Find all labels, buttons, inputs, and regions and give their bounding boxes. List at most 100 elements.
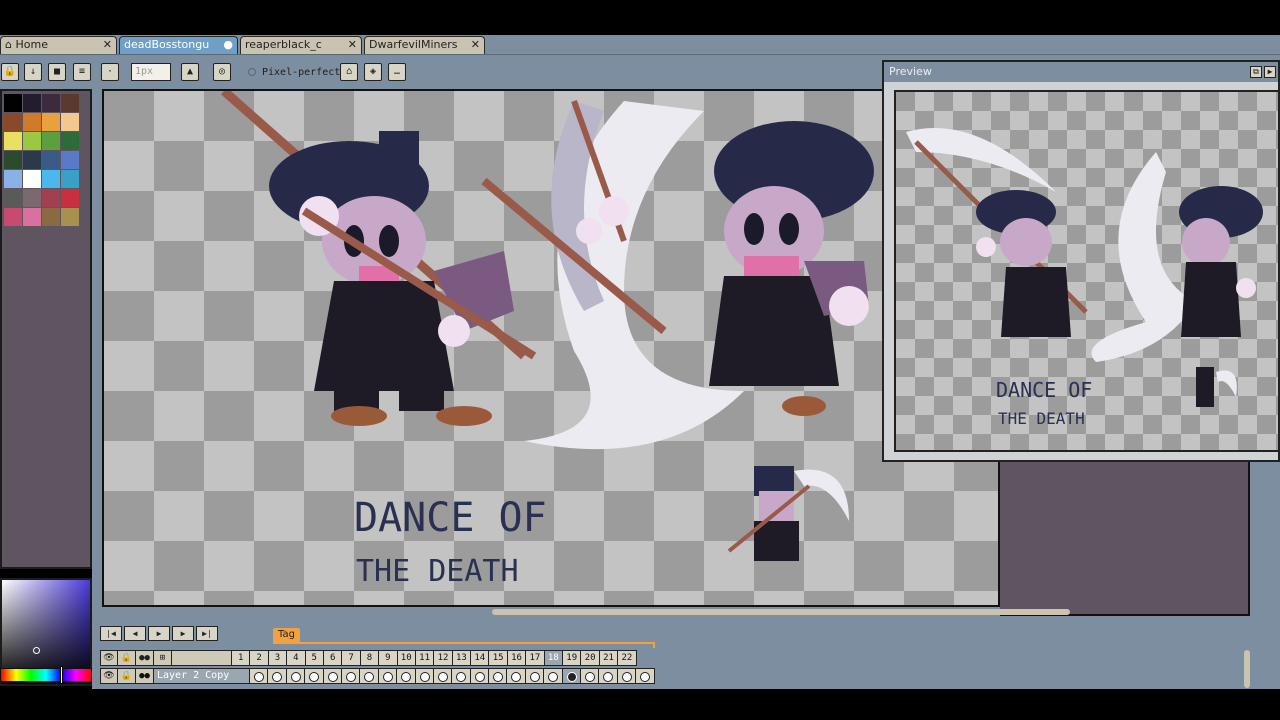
palette-swatch[interactable] — [42, 113, 60, 131]
palette-swatch[interactable] — [42, 189, 60, 207]
lock-icon[interactable]: 🔒 — [118, 650, 136, 666]
palette-swatch[interactable] — [42, 208, 60, 226]
tab-reaperblack[interactable]: reaperblack_c ✕ — [240, 36, 362, 54]
frame-number[interactable]: 19 — [563, 650, 582, 666]
frame-cel[interactable] — [360, 668, 379, 684]
color-picker-handle[interactable] — [33, 647, 40, 654]
preview-play-icon[interactable]: ▶ — [1264, 66, 1276, 78]
frame-cel[interactable] — [599, 668, 618, 684]
hue-slider-handle[interactable] — [60, 666, 63, 684]
frame-cel[interactable] — [286, 668, 306, 684]
next-frame-icon[interactable]: ▶ — [172, 626, 194, 641]
first-frame-icon[interactable]: |◀ — [100, 626, 122, 641]
brush-size-input[interactable]: 1px — [131, 63, 171, 81]
palette-swatch[interactable] — [61, 94, 79, 112]
palette-swatch[interactable] — [4, 94, 22, 112]
layer-continuous-icon[interactable]: ●● — [136, 668, 154, 684]
frame-number[interactable]: 7 — [342, 650, 361, 666]
frame-number[interactable]: 13 — [452, 650, 472, 666]
frame-cel[interactable] — [323, 668, 342, 684]
layer-name[interactable]: Layer 2 Copy — [154, 668, 250, 684]
frame-number[interactable]: 5 — [305, 650, 324, 666]
frame-cel[interactable] — [636, 668, 655, 684]
palette-swatch[interactable] — [61, 189, 79, 207]
close-icon[interactable]: ✕ — [103, 38, 112, 51]
frame-number[interactable]: 3 — [268, 650, 288, 666]
palette-swatch[interactable] — [23, 132, 41, 150]
frame-cel[interactable] — [433, 668, 453, 684]
frame-number[interactable]: 21 — [599, 650, 619, 666]
frame-number[interactable]: 6 — [323, 650, 343, 666]
dot-icon[interactable]: · — [101, 63, 119, 81]
palette-swatch[interactable] — [42, 94, 60, 112]
square-icon[interactable]: ■ — [48, 63, 66, 81]
layer-lock-icon[interactable]: 🔒 — [118, 668, 136, 684]
frame-cel[interactable] — [489, 668, 508, 684]
palette-swatch[interactable] — [42, 151, 60, 169]
symmetry-icon[interactable]: ⌂ — [340, 63, 358, 81]
palette-swatch[interactable] — [42, 132, 60, 150]
hue-slider[interactable] — [0, 668, 92, 682]
frame-number[interactable]: 14 — [471, 650, 490, 666]
frame-cel[interactable] — [341, 668, 361, 684]
menu-icon[interactable]: ≡ — [73, 63, 91, 81]
timeline-vertical-scrollbar[interactable] — [1244, 650, 1250, 688]
frame-number[interactable]: 18 — [544, 650, 564, 666]
tag-label[interactable]: Tag — [273, 628, 300, 642]
dynamics-icon[interactable]: ◎ — [213, 63, 231, 81]
frame-number[interactable]: 12 — [434, 650, 453, 666]
frame-cel[interactable] — [397, 668, 416, 684]
frame-cel[interactable] — [525, 668, 545, 684]
frame-number[interactable]: 22 — [618, 650, 637, 666]
frame-number[interactable]: 10 — [397, 650, 416, 666]
eye-icon[interactable]: 👁 — [100, 650, 118, 666]
palette-swatch[interactable] — [4, 170, 22, 188]
ink-icon[interactable]: ◈ — [364, 63, 382, 81]
continuous-icon[interactable]: ●● — [136, 650, 154, 666]
more-icon[interactable]: … — [388, 63, 406, 81]
frame-cel[interactable] — [378, 668, 398, 684]
pixel-perfect-checkbox[interactable] — [248, 68, 256, 76]
tab-home[interactable]: ⌂ Home ✕ — [0, 36, 117, 54]
frame-cel[interactable] — [415, 668, 434, 684]
frame-cel[interactable] — [581, 668, 600, 684]
frame-cel[interactable] — [544, 668, 563, 684]
frame-cel[interactable] — [250, 668, 269, 684]
frame-cel[interactable] — [507, 668, 526, 684]
preview-mode-icon[interactable]: ⧉ — [1250, 66, 1262, 78]
palette-swatch[interactable] — [23, 113, 41, 131]
frame-number[interactable]: 2 — [250, 650, 269, 666]
palette-swatch[interactable] — [4, 151, 22, 169]
palette-swatch[interactable] — [61, 151, 79, 169]
palette-swatch[interactable] — [61, 113, 79, 131]
frame-number[interactable]: 11 — [415, 650, 435, 666]
brush-type-icon[interactable]: ▲ — [181, 63, 199, 81]
sprite-canvas[interactable]: DANCE OF THE DEATH — [102, 89, 1000, 607]
palette-swatch[interactable] — [4, 132, 22, 150]
palette-swatch[interactable] — [4, 113, 22, 131]
frame-cel[interactable] — [305, 668, 324, 684]
palette-swatch[interactable] — [23, 170, 41, 188]
arrow-down-icon[interactable]: ↓ — [24, 63, 42, 81]
palette-swatch[interactable] — [23, 94, 41, 112]
frame-number[interactable]: 1 — [232, 650, 251, 666]
frame-cel[interactable] — [617, 668, 637, 684]
close-icon[interactable]: ✕ — [471, 38, 480, 51]
prev-frame-icon[interactable]: ◀ — [124, 626, 146, 641]
frame-number[interactable]: 8 — [360, 650, 380, 666]
play-icon[interactable]: ▶ — [148, 626, 170, 641]
modified-dot-icon[interactable]: ● — [223, 38, 233, 51]
palette-swatch[interactable] — [42, 170, 60, 188]
frame-cel[interactable] — [562, 668, 582, 684]
palette-swatch[interactable] — [23, 151, 41, 169]
palette-swatch[interactable] — [4, 189, 22, 207]
palette-swatch[interactable] — [61, 208, 79, 226]
tab-deadbosstongue[interactable]: deadBosstongu ● — [119, 36, 238, 54]
palette-swatch[interactable] — [61, 132, 79, 150]
palette-swatch[interactable] — [61, 170, 79, 188]
frame-cel[interactable] — [452, 668, 471, 684]
horizontal-scrollbar[interactable] — [492, 609, 1070, 615]
frame-cel[interactable] — [470, 668, 490, 684]
layer-visibility-icon[interactable]: 👁 — [100, 668, 118, 684]
palette-swatch[interactable] — [23, 208, 41, 226]
